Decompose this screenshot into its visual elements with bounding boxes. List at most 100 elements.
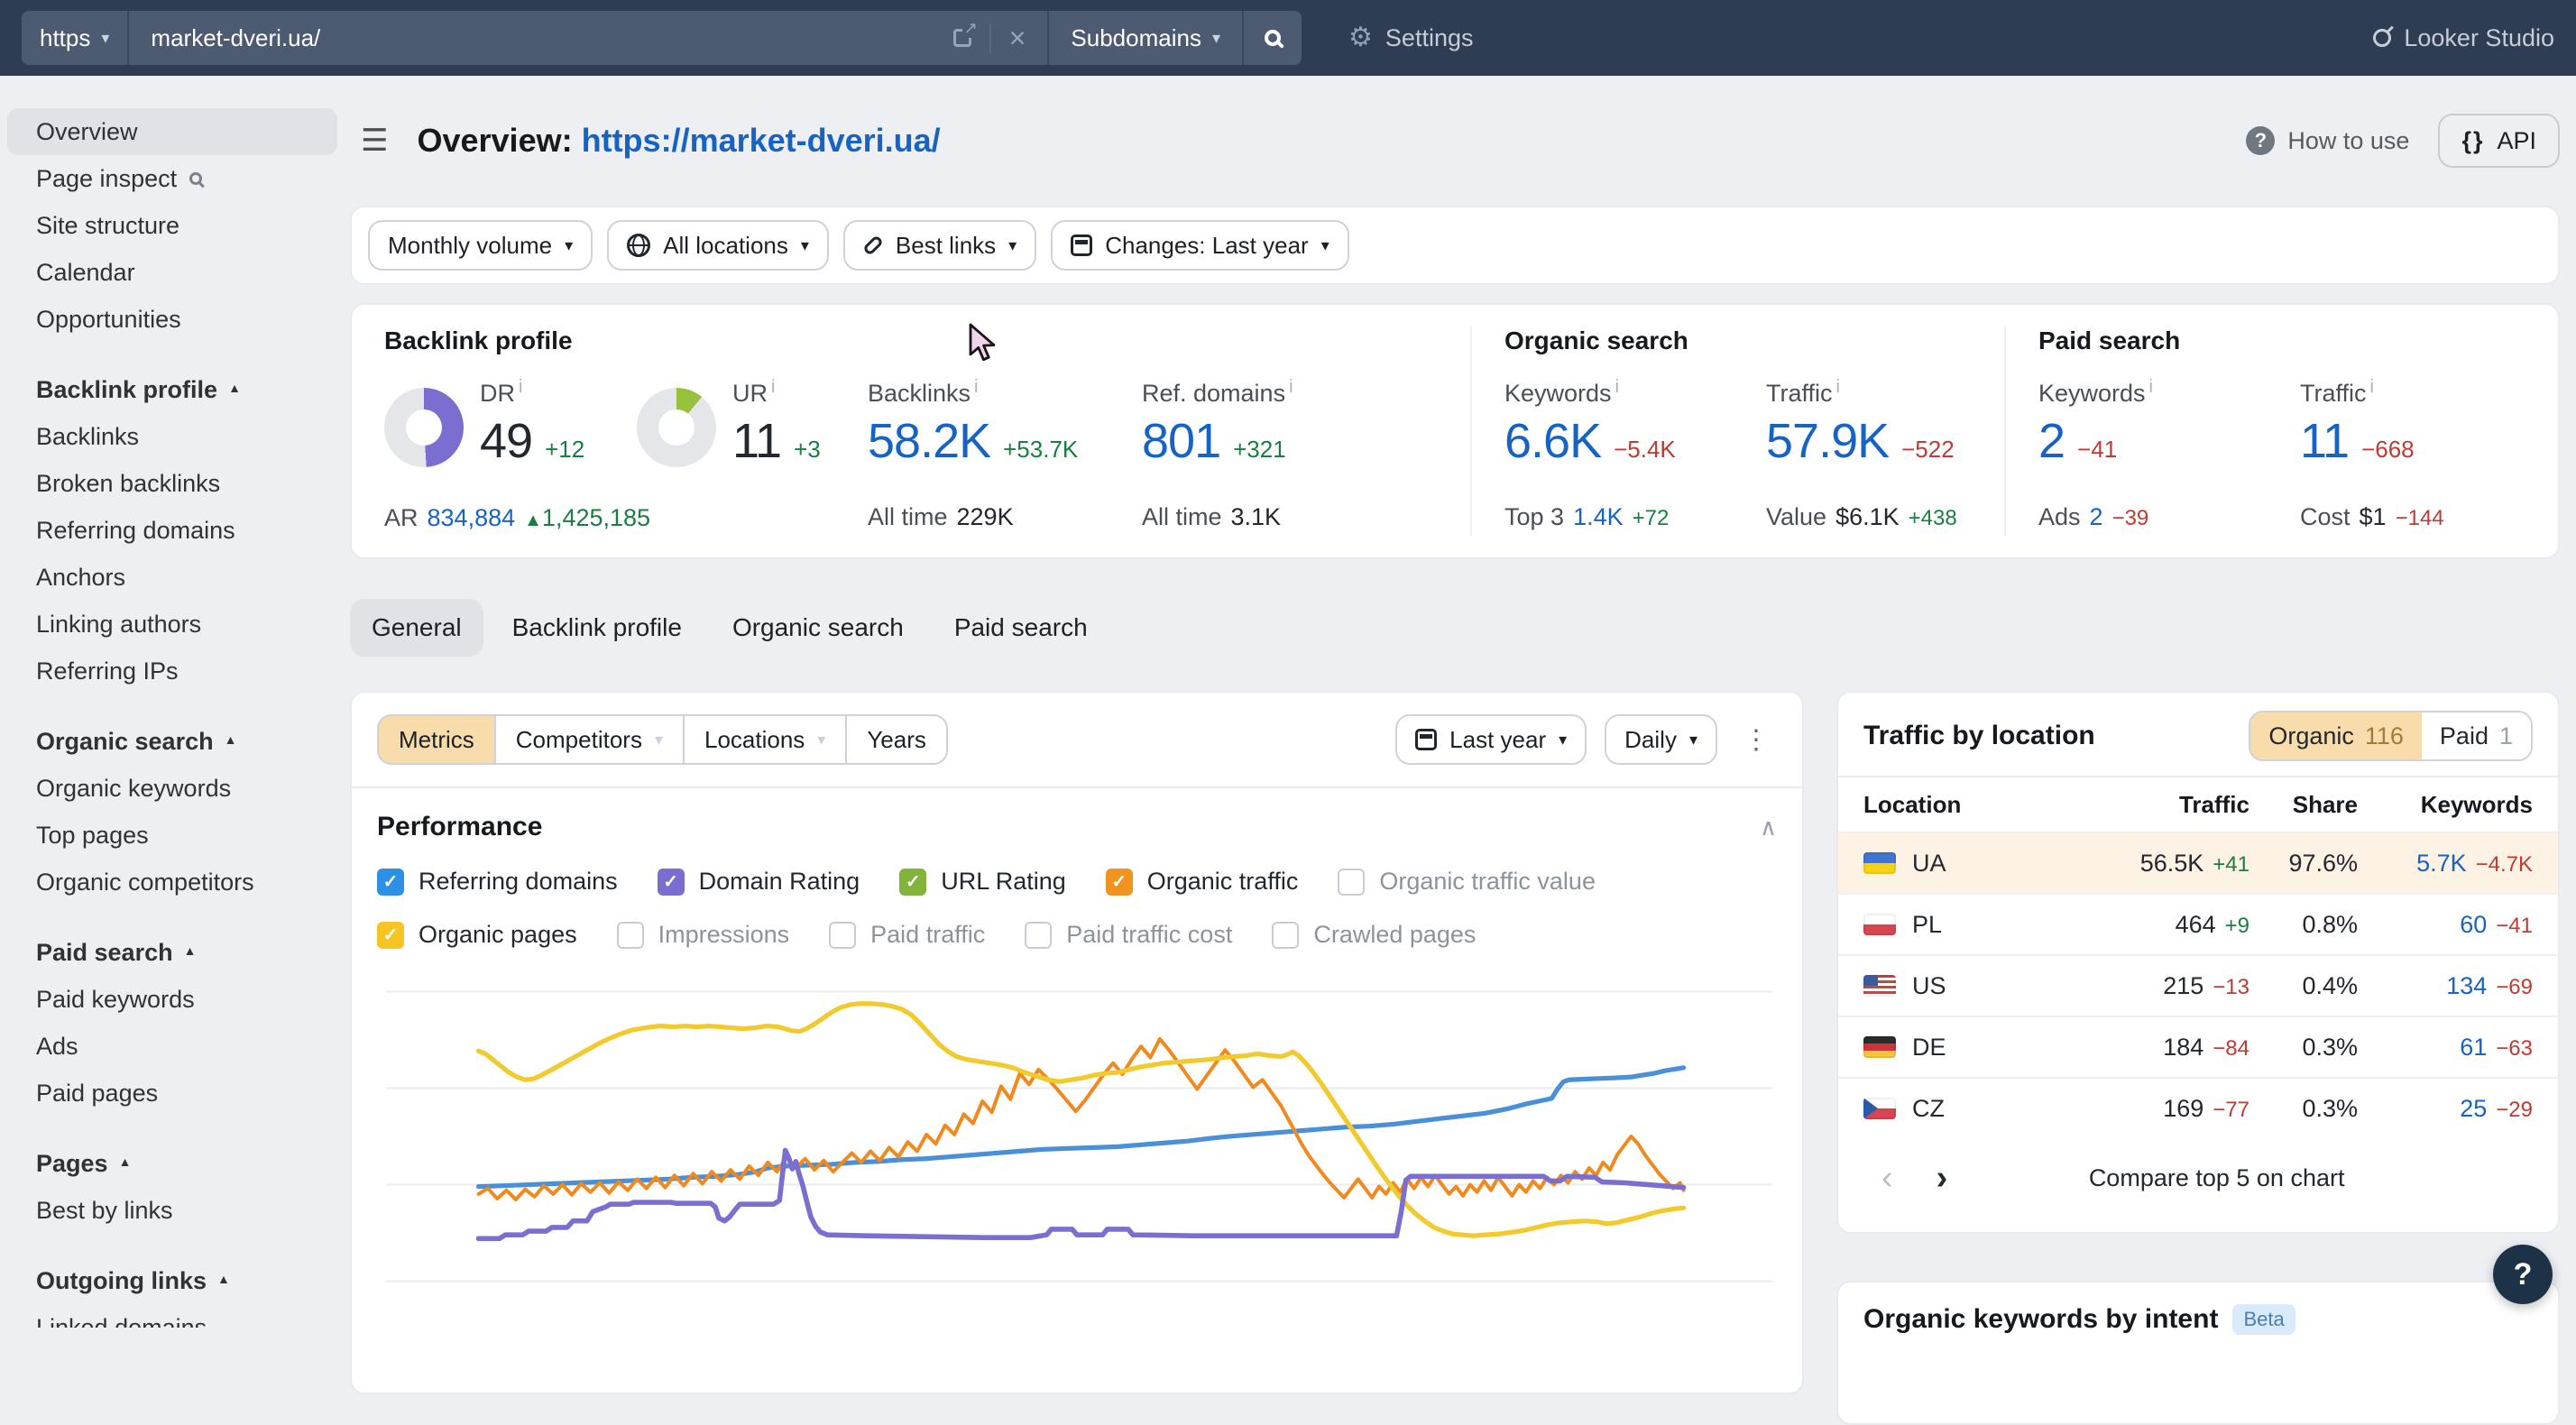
api-button[interactable]: {} API	[2438, 114, 2560, 168]
sidebar-item-best-by-links[interactable]: Best by links	[7, 1187, 337, 1234]
subdomains-select[interactable]: Subdomains ▾	[1049, 11, 1244, 65]
info-icon[interactable]: i	[519, 377, 522, 397]
info-icon[interactable]: i	[1289, 377, 1293, 397]
clear-icon[interactable]: ×	[1009, 23, 1026, 52]
sidebar-section-pages[interactable]: Pages▲	[0, 1140, 345, 1187]
sidebar-section-paid-search[interactable]: Paid search▲	[0, 929, 345, 976]
checkbox-paid-traffic[interactable]: Paid traffic	[829, 921, 985, 949]
sidebar-item-paid-keywords[interactable]: Paid keywords	[7, 976, 337, 1023]
sidebar-section-backlink-profile[interactable]: Backlink profile▲	[0, 366, 345, 413]
more-options-icon[interactable]: ⋮	[1735, 724, 1777, 756]
protocol-select[interactable]: https ▾	[22, 11, 129, 65]
changes-filter-button[interactable]: Changes: Last year ▾	[1051, 220, 1349, 271]
checkbox-referring-domains[interactable]: ✓Referring domains	[377, 868, 618, 896]
info-icon[interactable]: i	[1836, 377, 1840, 397]
years-segment[interactable]: Years	[845, 714, 948, 765]
tab-backlink-profile[interactable]: Backlink profile	[491, 599, 704, 657]
ref-domains-value[interactable]: 801	[1142, 413, 1220, 469]
open-external-icon[interactable]	[953, 29, 971, 47]
keywords-value[interactable]: 5.7K	[2416, 850, 2467, 878]
tab-general[interactable]: General	[350, 599, 483, 657]
compare-top5-link[interactable]: Compare top 5 on chart	[2089, 1164, 2392, 1192]
col-location[interactable]: Location	[1863, 791, 2075, 819]
sidebar-item-overview[interactable]: Overview	[7, 108, 337, 155]
col-share[interactable]: Share	[2293, 791, 2358, 819]
sidebar-item-anchors[interactable]: Anchors	[7, 554, 337, 601]
sidebar-item-ads[interactable]: Ads	[7, 1023, 337, 1070]
next-page-icon[interactable]: ›	[1937, 1161, 1948, 1195]
keywords-value[interactable]: 60	[2460, 911, 2487, 939]
table-row-cz[interactable]: CZ 169−77 0.3% 25−29	[1838, 1077, 2558, 1138]
tab-organic-search[interactable]: Organic search	[711, 599, 925, 657]
performance-chart[interactable]	[377, 978, 1777, 1293]
sidebar-item-top-pages[interactable]: Top pages	[7, 812, 337, 859]
checkbox-crawled-pages[interactable]: Crawled pages	[1272, 921, 1476, 949]
checkbox-organic-traffic-value[interactable]: Organic traffic value	[1338, 868, 1596, 896]
sidebar-item-broken-backlinks[interactable]: Broken backlinks	[7, 460, 337, 507]
collapse-icon[interactable]: ∧	[1760, 814, 1777, 841]
checkbox-label: Impressions	[658, 921, 790, 949]
info-icon[interactable]: i	[1615, 377, 1619, 397]
paid-traffic-value[interactable]: 11	[2300, 413, 2349, 469]
volume-filter-button[interactable]: Monthly volume ▾	[368, 220, 593, 271]
settings-button[interactable]: ⚙ Settings	[1348, 24, 1473, 52]
target-url-link[interactable]: https://market-dveri.ua/	[582, 122, 941, 159]
sidebar-section-organic-search[interactable]: Organic search▲	[0, 718, 345, 765]
keywords-value[interactable]: 25	[2460, 1095, 2487, 1123]
sidebar-section-outgoing-links[interactable]: Outgoing links▲	[0, 1257, 345, 1304]
checkbox-organic-pages[interactable]: ✓Organic pages	[377, 921, 577, 949]
prev-page-icon[interactable]: ‹	[1881, 1161, 1893, 1195]
info-icon[interactable]: i	[771, 377, 775, 397]
sidebar-item-paid-pages[interactable]: Paid pages	[7, 1070, 337, 1117]
sidebar-item-linked-domains[interactable]: Linked domains	[7, 1304, 337, 1328]
info-icon[interactable]: i	[974, 377, 978, 397]
sidebar-item-organic-keywords[interactable]: Organic keywords	[7, 765, 337, 812]
locations-segment[interactable]: Locations▾	[683, 714, 847, 765]
checkbox-domain-rating[interactable]: ✓Domain Rating	[658, 868, 860, 896]
table-row-us[interactable]: US 215−13 0.4% 134−69	[1838, 954, 2558, 1016]
how-to-use-button[interactable]: ? How to use	[2246, 126, 2409, 155]
sidebar-item-referring-ips[interactable]: Referring IPs	[7, 648, 337, 694]
checkbox-url-rating[interactable]: ✓URL Rating	[899, 868, 1066, 896]
best-links-filter-button[interactable]: Best links ▾	[843, 220, 1036, 271]
menu-icon[interactable]: ☰	[361, 125, 388, 156]
ar-value[interactable]: 834,884	[428, 504, 516, 532]
sidebar-item-organic-competitors[interactable]: Organic competitors	[7, 859, 337, 906]
keywords-value[interactable]: 134	[2446, 972, 2487, 1000]
col-keywords[interactable]: Keywords	[2421, 791, 2533, 819]
col-traffic[interactable]: Traffic	[2179, 791, 2249, 819]
looker-studio-button[interactable]: Looker Studio	[2373, 24, 2554, 52]
competitors-segment[interactable]: Competitors▾	[494, 714, 685, 765]
backlinks-value[interactable]: 58.2K	[868, 413, 990, 469]
locations-filter-button[interactable]: All locations ▾	[607, 220, 829, 271]
metrics-segment[interactable]: Metrics	[377, 714, 496, 765]
toggle-paid[interactable]: Paid1	[2422, 712, 2531, 759]
toggle-organic[interactable]: Organic116	[2250, 712, 2422, 759]
organic-traffic-value[interactable]: 57.9K	[1766, 413, 1889, 469]
checkbox-organic-traffic[interactable]: ✓Organic traffic	[1106, 868, 1299, 896]
sidebar-item-page-inspect[interactable]: Page inspect	[7, 155, 337, 202]
checkbox-impressions[interactable]: Impressions	[617, 921, 790, 949]
section-title: Backlink profile	[384, 326, 1438, 359]
search-button[interactable]	[1244, 11, 1302, 65]
info-icon[interactable]: i	[2370, 377, 2374, 397]
sidebar-item-site-structure[interactable]: Site structure	[7, 202, 337, 249]
organic-keywords-value[interactable]: 6.6K	[1504, 413, 1601, 469]
date-range-button[interactable]: Last year ▾	[1395, 714, 1587, 765]
sidebar-item-opportunities[interactable]: Opportunities	[7, 296, 337, 343]
sidebar-item-backlinks[interactable]: Backlinks	[7, 413, 337, 460]
table-row-ua[interactable]: UA 56.5K+41 97.6% 5.7K−4.7K	[1838, 832, 2558, 893]
sidebar-item-calendar[interactable]: Calendar	[7, 249, 337, 296]
paid-keywords-value[interactable]: 2	[2038, 413, 2065, 469]
granularity-button[interactable]: Daily ▾	[1605, 714, 1717, 765]
checkbox-paid-traffic-cost[interactable]: Paid traffic cost	[1025, 921, 1232, 949]
keywords-value[interactable]: 61	[2460, 1034, 2487, 1062]
sidebar-item-referring-domains[interactable]: Referring domains	[7, 507, 337, 554]
help-button[interactable]: ?	[2493, 1245, 2553, 1304]
tab-paid-search[interactable]: Paid search	[933, 599, 1109, 657]
url-input[interactable]: market-dveri.ua/ ×	[129, 11, 1049, 65]
table-row-pl[interactable]: PL 464+9 0.8% 60−41	[1838, 893, 2558, 954]
table-row-de[interactable]: DE 184−84 0.3% 61−63	[1838, 1016, 2558, 1077]
info-icon[interactable]: i	[2149, 377, 2153, 397]
sidebar-item-linking-authors[interactable]: Linking authors	[7, 601, 337, 648]
